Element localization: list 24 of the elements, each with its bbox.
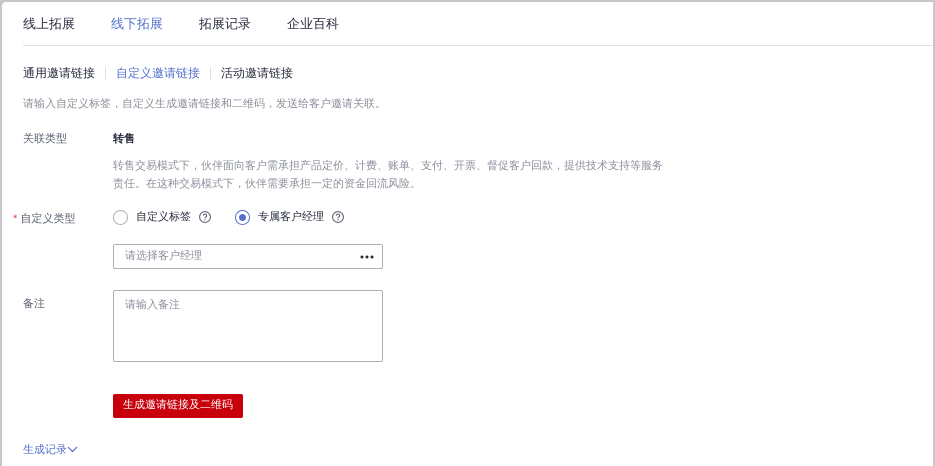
- description-text: 转售交易模式下，伙伴面向客户需承担产品定价、计费、账单、支付、开票、督促客户回款，提供技术支持等服务责任。在这种交易模式下，伙伴需要承担一定的资金回流风险。: [113, 158, 664, 192]
- help-icon[interactable]: [332, 211, 344, 224]
- field-label: 关联类型: [23, 132, 67, 144]
- tab[interactable]: 拓展记录: [199, 14, 251, 34]
- subtab[interactable]: 活动邀请链接: [221, 64, 293, 82]
- radio-option[interactable]: 自定义标签: [113, 209, 191, 226]
- field-label: 自定义类型: [20, 213, 76, 225]
- required-mark: *: [13, 213, 18, 225]
- hint-text: 请输入自定义标签，自定义生成邀请链接和二维码，发送给客户邀请关联。: [23, 96, 387, 112]
- history-link[interactable]: 生成记录: [23, 442, 78, 458]
- more-icon[interactable]: [360, 254, 374, 258]
- help-icon[interactable]: [199, 211, 211, 224]
- subtab[interactable]: 自定义邀请链接: [116, 64, 200, 82]
- tab[interactable]: 企业百科: [287, 14, 339, 34]
- field-value: 转售: [113, 132, 135, 144]
- generate-button[interactable]: 生成邀请链接及二维码: [113, 394, 243, 418]
- chevron-down-icon: [67, 446, 78, 454]
- subtab[interactable]: 通用邀请链接: [23, 64, 95, 82]
- field-label: 备注: [23, 298, 45, 310]
- manager-select-field[interactable]: 请选择客户经理: [113, 244, 383, 268]
- tab[interactable]: 线下拓展: [111, 14, 163, 34]
- remark-field[interactable]: 请输入备注: [113, 290, 383, 362]
- tab[interactable]: 线上拓展: [23, 14, 75, 34]
- radio-option[interactable]: 专属客户经理: [235, 209, 324, 226]
